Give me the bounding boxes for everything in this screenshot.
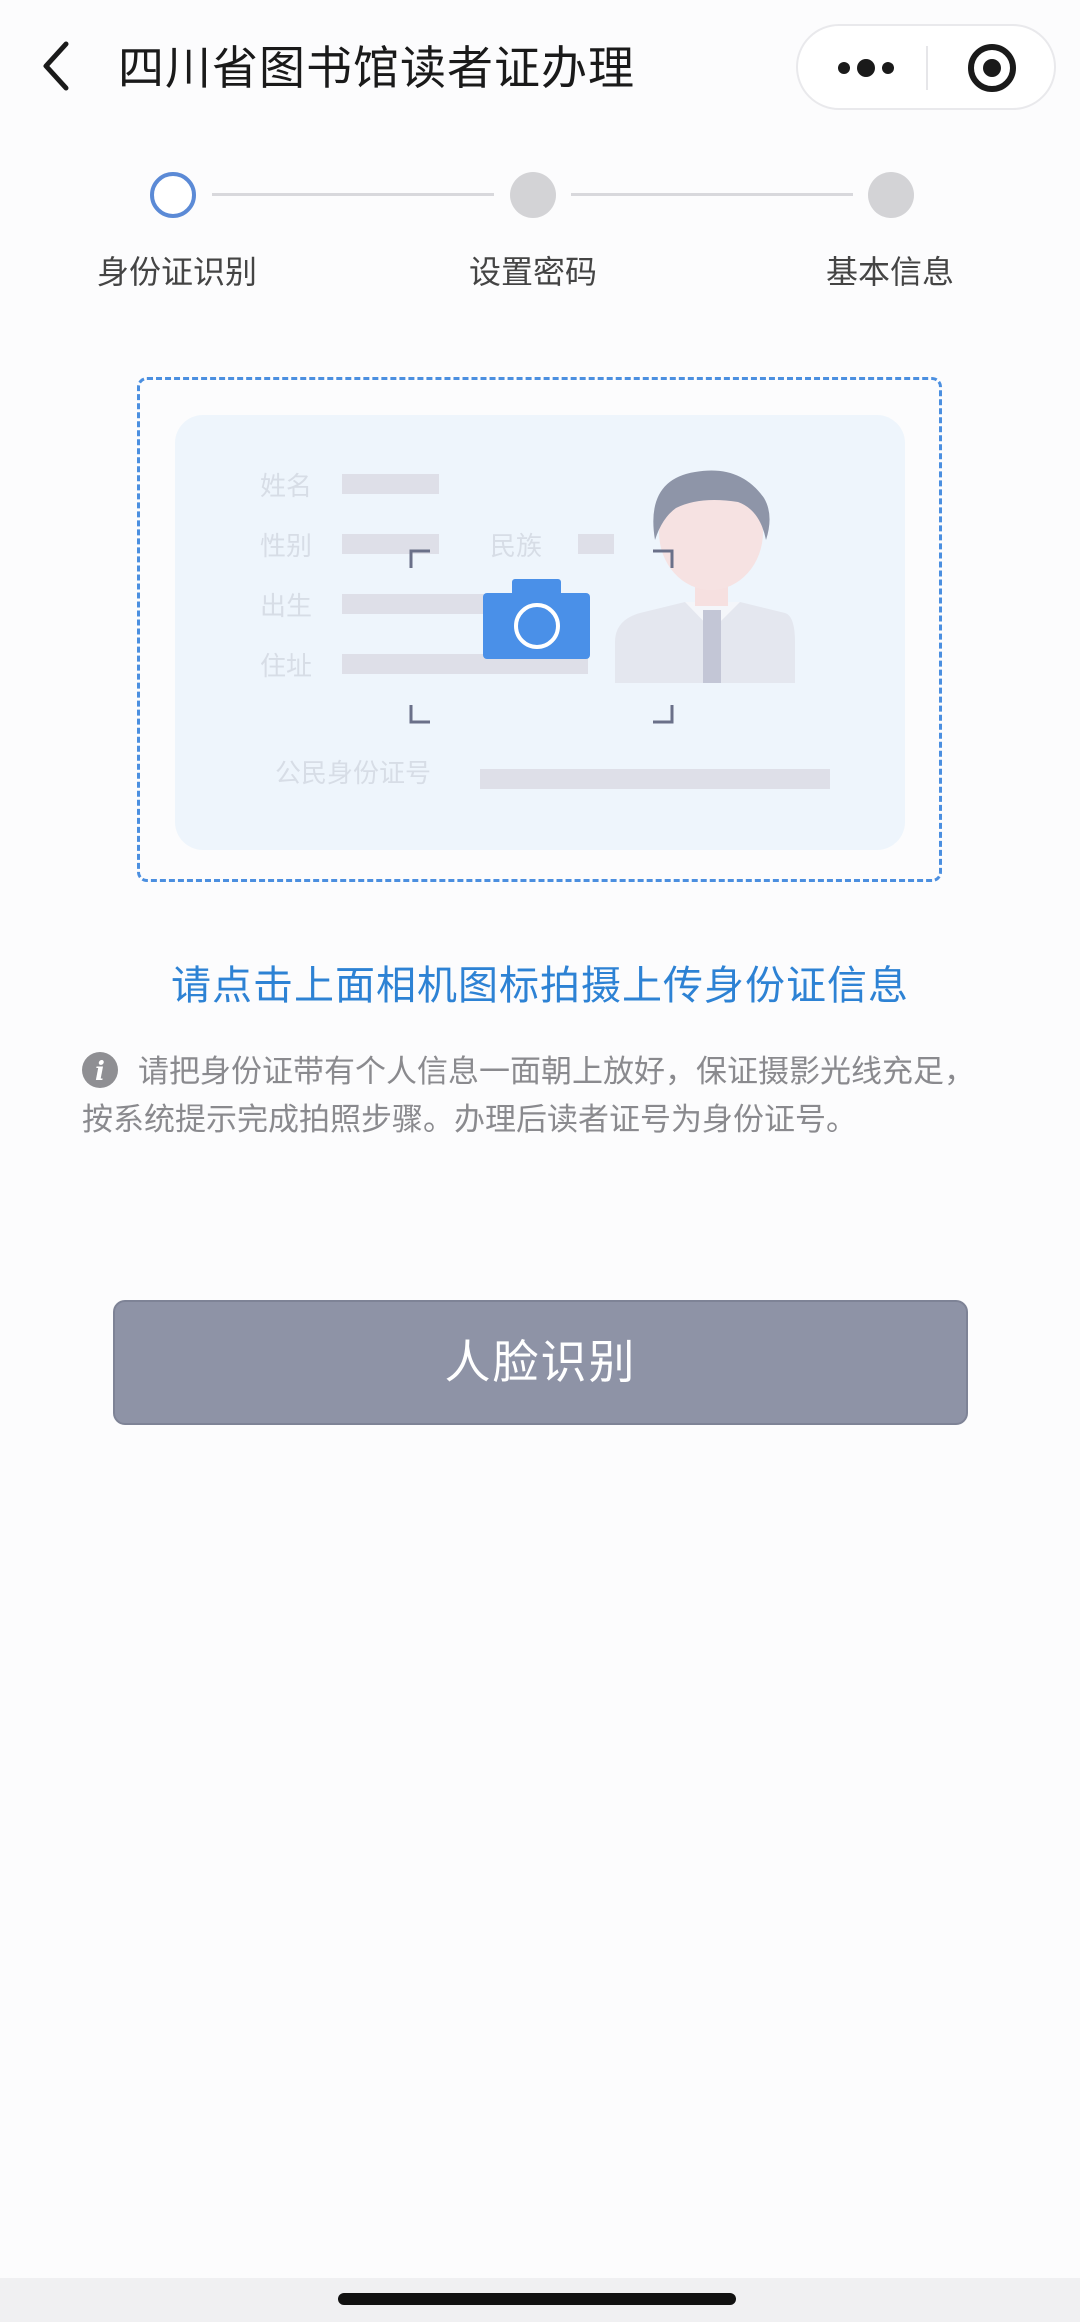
step-3-circle — [868, 172, 914, 218]
more-button[interactable] — [818, 26, 918, 108]
step-1-label: 身份证识别 — [97, 253, 258, 291]
id-name-label: 姓名 — [260, 472, 312, 502]
upload-instruction: 请点击上面相机图标拍摄上传身份证信息 — [171, 963, 909, 1009]
id-birth-label: 出生 — [260, 592, 312, 622]
chevron-left-icon — [43, 41, 69, 91]
step-3-label: 基本信息 — [826, 253, 955, 291]
page-title: 四川省图书馆读者证办理 — [118, 41, 635, 95]
step-indicator: 身份证识别 设置密码 基本信息 — [0, 160, 1080, 300]
id-name-value-bar — [342, 474, 439, 494]
capsule-divider — [926, 46, 928, 90]
step-connector — [212, 193, 494, 196]
id-birth-value-bar — [342, 594, 496, 614]
step-2-circle — [510, 172, 556, 218]
id-gender-label: 性别 — [260, 532, 312, 562]
id-ethnicity-label: 民族 — [490, 532, 542, 562]
id-card-illustration: 姓名 性别 民族 出生 住址 公民身份证号 — [175, 415, 905, 850]
id-number-label: 公民身份证号 — [275, 759, 431, 789]
close-miniprogram-icon — [968, 44, 1016, 92]
step-1-circle — [150, 172, 196, 218]
more-dots-icon — [838, 59, 894, 77]
face-recognition-button[interactable]: 人脸识别 — [113, 1300, 968, 1425]
header-bar: 四川省图书馆读者证办理 — [0, 0, 1080, 130]
id-card-upload-area[interactable]: 姓名 性别 民族 出生 住址 公民身份证号 — [137, 377, 942, 882]
close-miniprogram-button[interactable] — [936, 26, 1046, 108]
home-indicator — [338, 2293, 736, 2305]
miniprogram-capsule — [796, 24, 1056, 110]
tip-text: 请把身份证带有个人信息一面朝上放好，保证摄影光线充足，按系统提示完成拍照步骤。办… — [82, 1054, 975, 1138]
back-button[interactable] — [36, 38, 80, 94]
id-ethnicity-value-bar — [578, 534, 614, 554]
id-address-label: 住址 — [260, 652, 312, 682]
step-2-label: 设置密码 — [469, 253, 598, 291]
step-connector — [571, 193, 853, 196]
id-number-value-bar — [480, 769, 830, 789]
